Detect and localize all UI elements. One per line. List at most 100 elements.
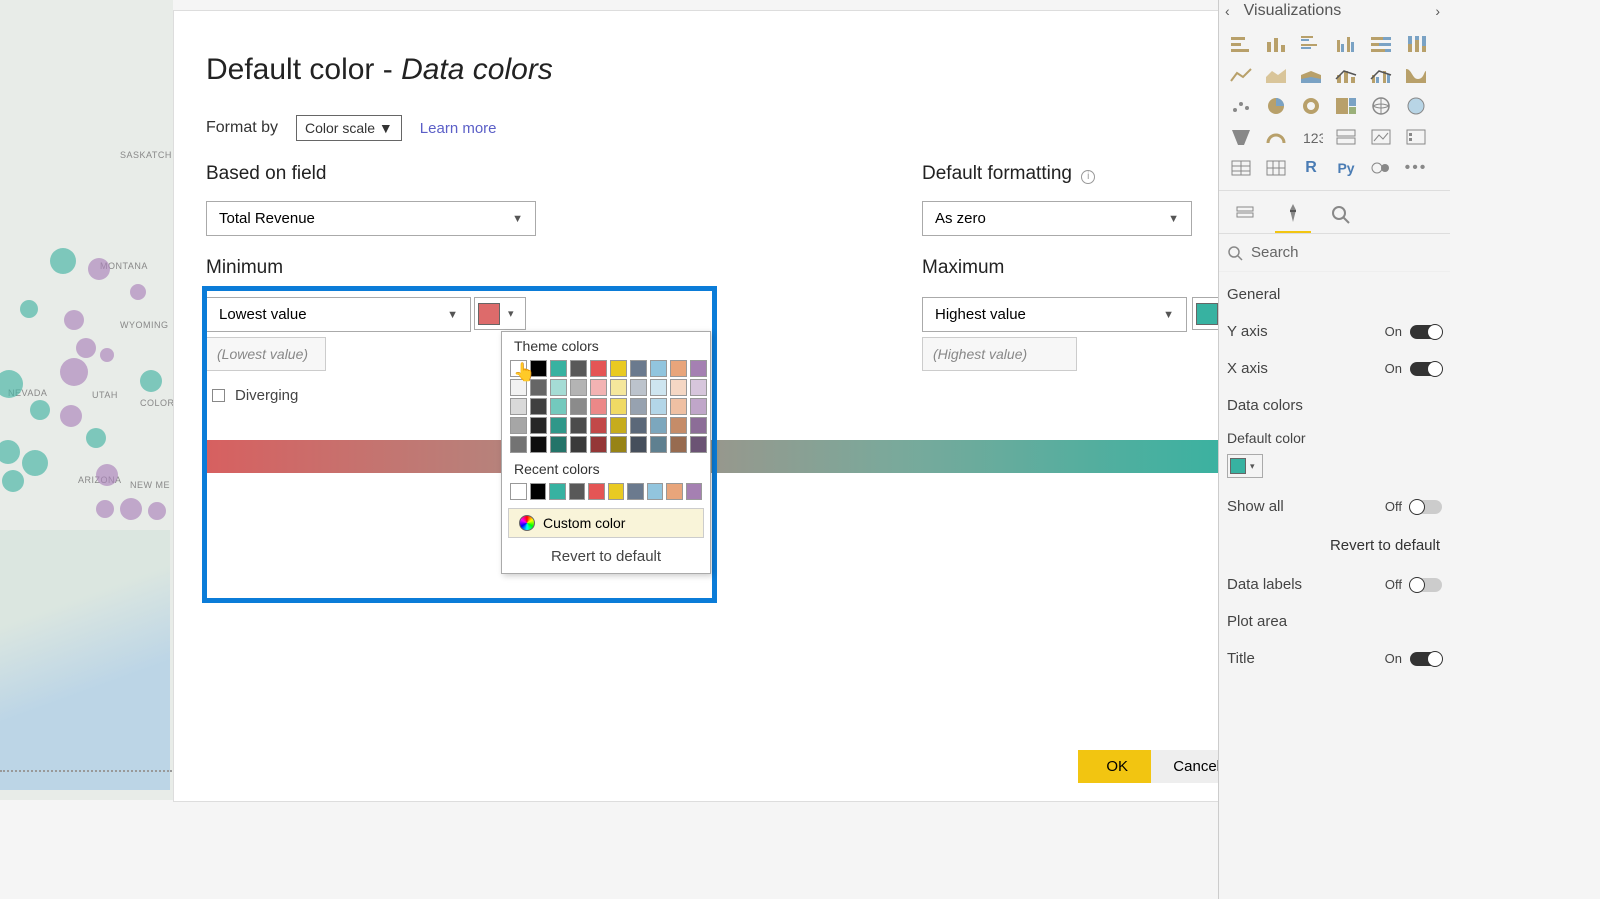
learn-more-link[interactable]: Learn more <box>420 120 497 137</box>
theme-color-swatch[interactable] <box>510 398 527 415</box>
100-stacked-bar-icon[interactable] <box>1367 32 1395 56</box>
theme-color-swatch[interactable] <box>610 398 627 415</box>
fields-tab-icon[interactable] <box>1227 199 1263 233</box>
theme-color-swatch[interactable] <box>550 436 567 453</box>
theme-color-swatch[interactable] <box>670 417 687 434</box>
info-icon[interactable]: i <box>1081 170 1095 184</box>
theme-color-swatch[interactable] <box>650 360 667 377</box>
revert-to-default-button[interactable]: Revert to default <box>502 540 710 573</box>
analytics-tab-icon[interactable] <box>1323 199 1359 233</box>
recent-color-swatch[interactable] <box>510 483 527 500</box>
recent-color-swatch[interactable] <box>647 483 664 500</box>
ok-button[interactable]: OK <box>1078 750 1156 783</box>
theme-color-swatch[interactable] <box>590 436 607 453</box>
revert-to-default-link[interactable]: Revert to default <box>1219 525 1450 566</box>
plot-area-item[interactable]: Plot area <box>1219 603 1450 640</box>
theme-color-swatch[interactable] <box>630 398 647 415</box>
theme-color-swatch[interactable] <box>670 436 687 453</box>
theme-color-swatch[interactable] <box>550 360 567 377</box>
theme-color-swatch[interactable] <box>570 398 587 415</box>
matrix-icon[interactable] <box>1262 156 1290 180</box>
more-visuals-icon[interactable]: ••• <box>1402 156 1430 180</box>
y-axis-toggle[interactable] <box>1410 325 1442 339</box>
theme-color-swatch[interactable] <box>590 417 607 434</box>
100-stacked-column-icon[interactable] <box>1402 32 1430 56</box>
map-icon[interactable] <box>1367 94 1395 118</box>
format-by-select[interactable]: Color scale ▼ <box>296 115 402 141</box>
stacked-bar-icon[interactable] <box>1227 32 1255 56</box>
theme-color-swatch[interactable] <box>610 436 627 453</box>
default-formatting-dropdown[interactable]: As zero ▼ <box>922 201 1192 236</box>
stacked-column-icon[interactable] <box>1262 32 1290 56</box>
data-colors-item[interactable]: Data colors <box>1219 387 1450 424</box>
theme-color-swatch[interactable] <box>670 398 687 415</box>
theme-color-swatch[interactable] <box>570 360 587 377</box>
recent-color-swatch[interactable] <box>608 483 625 500</box>
table-icon[interactable] <box>1227 156 1255 180</box>
general-item[interactable]: General <box>1219 276 1450 313</box>
theme-color-swatch[interactable] <box>610 417 627 434</box>
theme-color-swatch[interactable] <box>550 398 567 415</box>
y-axis-item[interactable]: Y axis On <box>1219 313 1450 350</box>
theme-color-swatch[interactable] <box>590 379 607 396</box>
scatter-chart-icon[interactable] <box>1227 94 1255 118</box>
python-visual-icon[interactable]: Py <box>1332 156 1360 180</box>
theme-color-swatch[interactable] <box>630 417 647 434</box>
r-visual-icon[interactable]: R <box>1297 156 1325 180</box>
pie-chart-icon[interactable] <box>1262 94 1290 118</box>
theme-color-swatch[interactable] <box>630 360 647 377</box>
title-item[interactable]: Title On <box>1219 640 1450 677</box>
theme-color-swatch[interactable] <box>590 360 607 377</box>
card-icon[interactable]: 123 <box>1297 125 1325 149</box>
show-all-item[interactable]: Show all Off <box>1219 488 1450 525</box>
maximum-dropdown[interactable]: Highest value ▼ <box>922 297 1187 332</box>
minimum-dropdown[interactable]: Lowest value ▼ <box>206 297 471 332</box>
data-labels-toggle[interactable] <box>1410 578 1442 592</box>
theme-color-swatch[interactable] <box>570 417 587 434</box>
minimum-color-button[interactable]: ▾ <box>474 297 526 330</box>
theme-color-swatch[interactable] <box>690 360 707 377</box>
format-tab-icon[interactable] <box>1275 199 1311 233</box>
donut-chart-icon[interactable] <box>1297 94 1325 118</box>
slicer-icon[interactable] <box>1402 125 1430 149</box>
theme-color-swatch[interactable] <box>570 436 587 453</box>
theme-color-swatch[interactable] <box>690 436 707 453</box>
panel-expand-icon[interactable]: › <box>1435 3 1440 19</box>
theme-color-swatch[interactable] <box>670 360 687 377</box>
line-chart-icon[interactable] <box>1227 63 1255 87</box>
x-axis-toggle[interactable] <box>1410 362 1442 376</box>
theme-color-swatch[interactable] <box>690 379 707 396</box>
minimum-input[interactable]: (Lowest value) <box>206 337 326 371</box>
theme-color-swatch[interactable] <box>650 417 667 434</box>
theme-color-swatch[interactable] <box>530 398 547 415</box>
clustered-bar-icon[interactable] <box>1297 32 1325 56</box>
recent-color-swatch[interactable] <box>627 483 644 500</box>
x-axis-item[interactable]: X axis On <box>1219 350 1450 387</box>
theme-color-swatch[interactable] <box>650 379 667 396</box>
panel-collapse-icon[interactable]: ‹ <box>1225 3 1230 19</box>
theme-color-swatch[interactable] <box>670 379 687 396</box>
theme-color-swatch[interactable] <box>610 360 627 377</box>
theme-color-swatch[interactable] <box>550 417 567 434</box>
theme-color-swatch[interactable] <box>530 436 547 453</box>
recent-color-swatch[interactable] <box>530 483 547 500</box>
show-all-toggle[interactable] <box>1410 500 1442 514</box>
recent-color-swatch[interactable] <box>686 483 703 500</box>
kpi-icon[interactable] <box>1367 125 1395 149</box>
default-color-dropdown[interactable]: ▾ <box>1227 454 1263 478</box>
data-labels-item[interactable]: Data labels Off <box>1219 566 1450 603</box>
search-row[interactable]: Search <box>1219 234 1450 272</box>
gauge-icon[interactable] <box>1262 125 1290 149</box>
theme-color-swatch[interactable] <box>630 379 647 396</box>
multi-row-card-icon[interactable] <box>1332 125 1360 149</box>
area-chart-icon[interactable] <box>1262 63 1290 87</box>
custom-color-button[interactable]: Custom color <box>508 508 704 538</box>
theme-color-swatch[interactable] <box>650 436 667 453</box>
theme-color-swatch[interactable] <box>650 398 667 415</box>
ribbon-chart-icon[interactable] <box>1402 63 1430 87</box>
theme-color-swatch[interactable] <box>630 436 647 453</box>
filled-map-icon[interactable] <box>1402 94 1430 118</box>
line-clustered-column-icon[interactable] <box>1367 63 1395 87</box>
line-stacked-column-icon[interactable] <box>1332 63 1360 87</box>
treemap-icon[interactable] <box>1332 94 1360 118</box>
